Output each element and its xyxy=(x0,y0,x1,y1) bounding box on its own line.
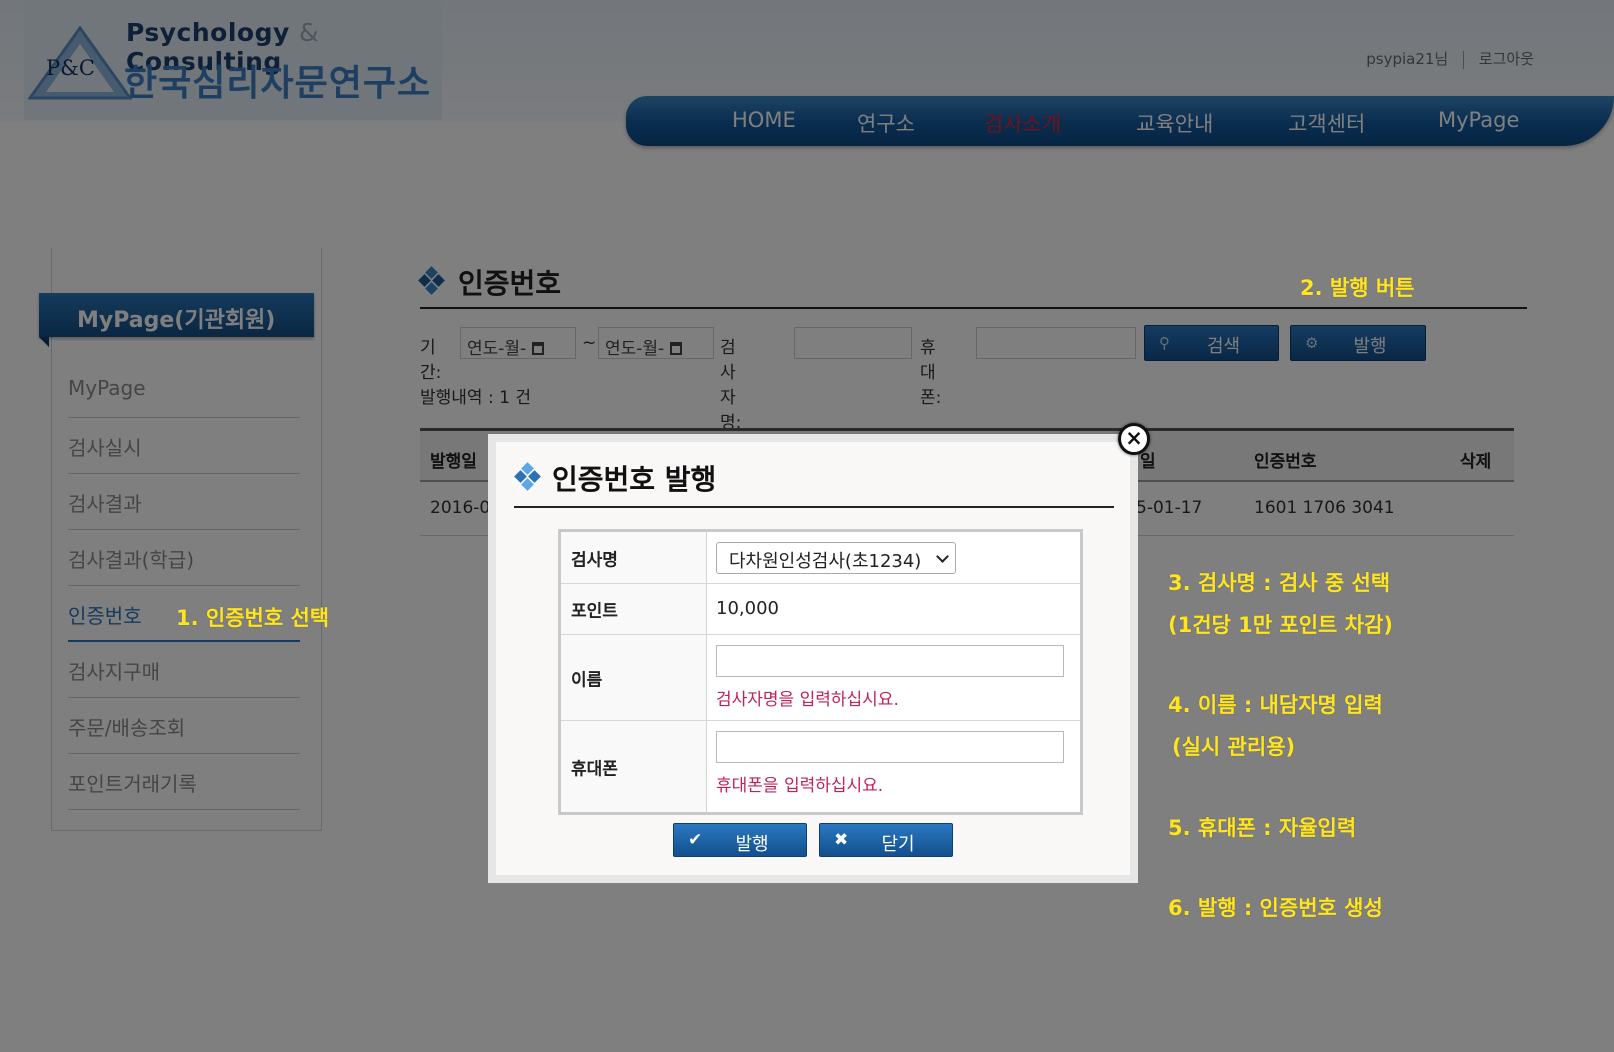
annotation-step4b: (실시 관리용) xyxy=(1172,735,1296,759)
test-name-label: 검사명 xyxy=(561,532,707,583)
modal-title: 인증번호 발행 xyxy=(552,463,717,496)
modal-close-icon[interactable]: × xyxy=(1118,423,1150,455)
form-row-test-name: 검사명 다차원인성검사(초1234) xyxy=(561,532,1080,584)
form-row-point: 포인트 10,000 xyxy=(561,584,1080,635)
issue-form: 검사명 다차원인성검사(초1234) 포인트 10,000 이름 검사자명을 입… xyxy=(558,529,1083,815)
annotation-step4a: 4. 이름 : 내담자명 입력 xyxy=(1168,693,1383,717)
annotation-step2: 2. 발행 버튼 xyxy=(1300,276,1415,300)
annotation-step5: 5. 휴대폰 : 자율입력 xyxy=(1168,816,1357,840)
annotation-step6: 6. 발행 : 인증번호 생성 xyxy=(1168,896,1383,920)
name-input[interactable] xyxy=(716,645,1064,677)
modal-title-divider xyxy=(514,506,1114,508)
phone-input[interactable] xyxy=(716,731,1064,763)
issue-modal: 인증번호 발행 검사명 다차원인성검사(초1234) 포인트 10,000 이름… xyxy=(488,434,1138,883)
modal-body: 인증번호 발행 검사명 다차원인성검사(초1234) 포인트 10,000 이름… xyxy=(496,442,1130,875)
annotation-step1: 1. 인증번호 선택 xyxy=(176,606,330,630)
phone-hint: 휴대폰을 입력하십시요. xyxy=(716,776,884,796)
chevron-down-icon xyxy=(936,550,949,563)
form-row-name: 이름 검사자명을 입력하십시요. xyxy=(561,635,1080,721)
name-hint: 검사자명을 입력하십시요. xyxy=(716,690,899,710)
name-label: 이름 xyxy=(561,635,707,720)
annotation-step3a: 3. 검사명 : 검사 중 선택 xyxy=(1168,571,1391,595)
modal-issue-button[interactable]: ✔ 발행 xyxy=(673,823,807,857)
phone-label: 휴대폰 xyxy=(561,721,707,812)
point-label: 포인트 xyxy=(561,584,707,634)
point-value: 10,000 xyxy=(716,598,779,619)
modal-close-button[interactable]: ✖ 닫기 xyxy=(819,823,953,857)
diamond-icon xyxy=(514,462,541,491)
test-name-select[interactable]: 다차원인성검사(초1234) xyxy=(716,542,956,574)
annotation-step3b: (1건당 1만 포인트 차감) xyxy=(1168,613,1393,637)
form-row-phone: 휴대폰 휴대폰을 입력하십시요. xyxy=(561,721,1080,812)
